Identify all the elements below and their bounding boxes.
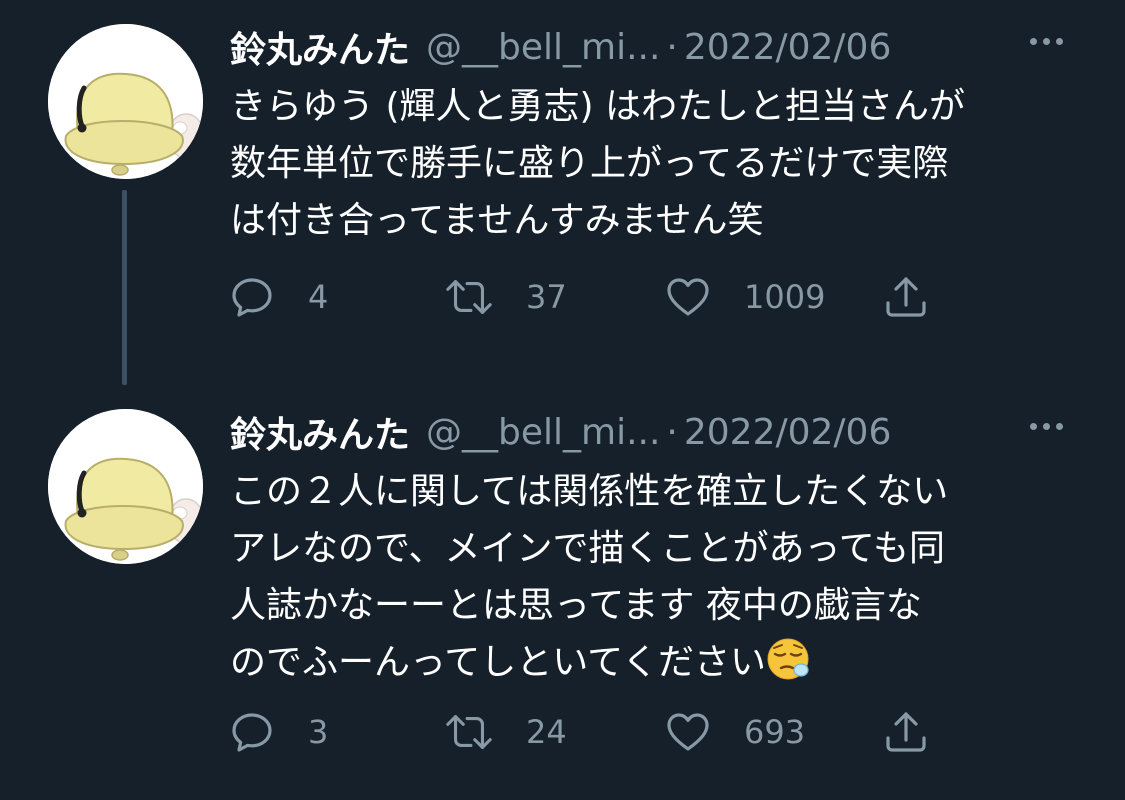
- separator-dot: ·: [666, 411, 678, 453]
- retweet-icon: [446, 715, 492, 749]
- reply-icon: [232, 713, 272, 752]
- user-handle[interactable]: @__bell_mi...: [426, 27, 660, 68]
- thread-connector-line: [122, 190, 127, 385]
- sleepy-face-emoji: [767, 638, 809, 680]
- share-icon: [886, 277, 926, 317]
- tweet-text: きらゆう (輝人と勇志) はわたしと担当さんが 数年単位で勝手に盛り上がってるだ…: [230, 78, 1100, 249]
- tweet-text-line: この２人に関しては関係性を確立したくない: [230, 471, 949, 512]
- reply-button[interactable]: 4: [228, 272, 328, 322]
- like-button[interactable]: 693: [664, 707, 805, 757]
- tweet-text-line: きらゆう (輝人と勇志) はわたしと担当さんが: [230, 86, 965, 127]
- tweet-header: 鈴丸みんた @__bell_mi... · 2022/02/06: [230, 22, 891, 72]
- tweet-thread: 鈴丸みんた @__bell_mi... · 2022/02/06 きらゆう (輝…: [0, 0, 1125, 800]
- retweet-button[interactable]: 37: [444, 272, 567, 322]
- tweet-header: 鈴丸みんた @__bell_mi... · 2022/02/06: [230, 407, 891, 457]
- like-count: 693: [744, 713, 806, 751]
- tweet-actions: 4 37 1009: [228, 272, 948, 322]
- tweet-date[interactable]: 2022/02/06: [684, 27, 892, 68]
- tweet[interactable]: 鈴丸みんた @__bell_mi... · 2022/02/06 きらゆう (輝…: [0, 0, 1125, 385]
- user-handle[interactable]: @__bell_mi...: [426, 412, 660, 453]
- display-name[interactable]: 鈴丸みんた: [230, 406, 410, 458]
- avatar[interactable]: [48, 409, 203, 564]
- reply-icon: [232, 278, 272, 317]
- tweet-text-line-last: のでふーんってしといてください: [230, 634, 1100, 691]
- more-horizontal-icon[interactable]: [1030, 423, 1063, 430]
- tweet-text-line: 数年単位で勝手に盛り上がってるだけで実際: [230, 143, 949, 184]
- heart-icon: [667, 278, 709, 316]
- like-count: 1009: [744, 278, 826, 316]
- tweet-text-line: のでふーんってしといてください: [230, 642, 767, 683]
- more-horizontal-icon[interactable]: [1030, 38, 1063, 45]
- retweet-icon: [446, 280, 492, 314]
- retweet-count: 24: [526, 713, 567, 751]
- tweet-text-line: 人誌かなーーとは思ってます 夜中の戯言な: [230, 585, 922, 626]
- share-icon: [886, 712, 926, 752]
- share-button[interactable]: [882, 707, 930, 757]
- reply-count: 4: [308, 278, 329, 316]
- reply-count: 3: [308, 713, 329, 751]
- heart-icon: [667, 713, 709, 751]
- bell-avatar-image: [48, 409, 203, 564]
- retweet-count: 37: [526, 278, 567, 316]
- avatar[interactable]: [48, 24, 203, 179]
- separator-dot: ·: [666, 26, 678, 68]
- tweet-text-line: アレなので、メインで描くことがあっても同: [230, 528, 945, 569]
- tweet-actions: 3 24 693: [228, 707, 948, 757]
- tweet-text-line: は付き合ってませんすみません笑: [230, 200, 764, 241]
- display-name[interactable]: 鈴丸みんた: [230, 21, 410, 73]
- tweet-text: この２人に関しては関係性を確立したくない アレなので、メインで描くことがあっても…: [230, 463, 1100, 691]
- share-button[interactable]: [882, 272, 930, 322]
- tweet[interactable]: 鈴丸みんた @__bell_mi... · 2022/02/06 この２人に関し…: [0, 385, 1125, 800]
- bell-avatar-image: [48, 24, 203, 179]
- tweet-date[interactable]: 2022/02/06: [684, 412, 892, 453]
- retweet-button[interactable]: 24: [444, 707, 567, 757]
- like-button[interactable]: 1009: [664, 272, 825, 322]
- reply-button[interactable]: 3: [228, 707, 328, 757]
